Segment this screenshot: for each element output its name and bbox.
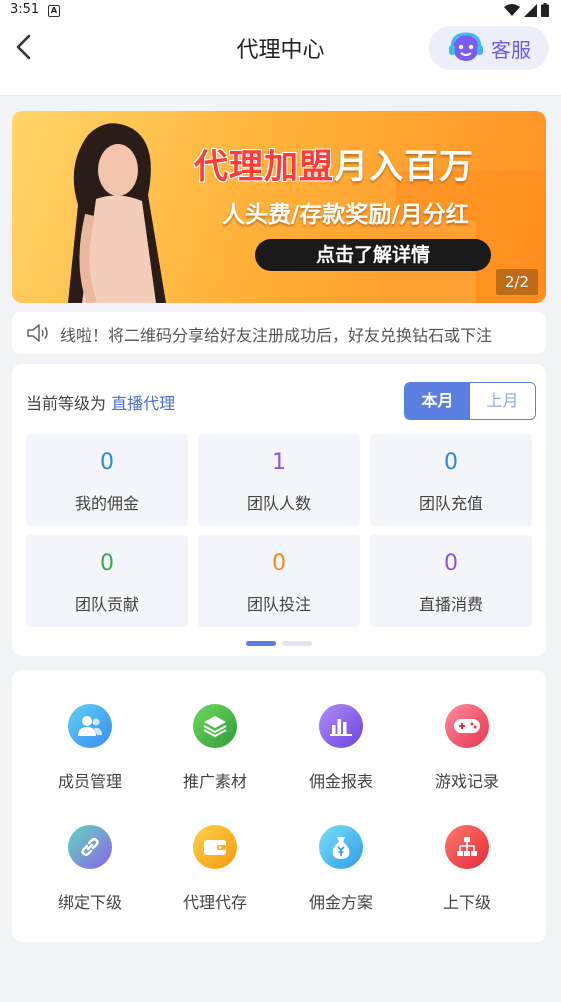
customer-service-button[interactable]: 客服 (429, 26, 549, 70)
menu-item-commission-plan[interactable]: 佣金方案 (276, 825, 406, 935)
page-dot (282, 641, 312, 646)
menu-label: 推广素材 (182, 772, 247, 791)
system-icons (504, 3, 549, 17)
gamepad-icon (445, 704, 489, 748)
tab-this-month[interactable]: 本月 (405, 383, 470, 419)
hierarchy-icon (445, 825, 489, 869)
menu-label: 成员管理 (57, 772, 122, 791)
stat-cell-commission[interactable]: 0 我的佣金 (26, 434, 188, 526)
menu-item-hierarchy[interactable]: 上下级 (402, 825, 532, 935)
headset-icon (449, 32, 483, 61)
link-icon (68, 825, 112, 869)
menu-label: 佣金报表 (308, 772, 373, 791)
wallet-icon (193, 825, 237, 869)
stats-card: 当前等级为 直播代理 本月 上月 0 我的佣金 1 团队人数 0 团队充值 0 … (12, 364, 546, 656)
menu-label: 绑定下级 (57, 893, 122, 912)
stat-cell-team-contribution[interactable]: 0 团队贡献 (26, 535, 188, 627)
stat-cell-team-bets[interactable]: 0 团队投注 (198, 535, 360, 627)
stat-label: 我的佣金 (74, 494, 139, 513)
stat-label: 团队贡献 (74, 595, 139, 614)
header: 代理中心 客服 (0, 22, 561, 96)
level-prefix: 当前等级为 (26, 394, 107, 413)
stat-label: 团队投注 (246, 595, 311, 614)
stat-value: 1 (272, 450, 286, 475)
menu-item-game-records[interactable]: 游戏记录 (402, 704, 532, 814)
banner-headline: 代理加盟月入百万 (194, 139, 474, 188)
notice-bar: 线啦！将二维码分享给好友注册成功后，好友兑换钻石或下注 (12, 312, 546, 354)
agent-level: 当前等级为 直播代理 (26, 390, 175, 414)
stat-value: 0 (272, 551, 286, 576)
banner-headline-part2: 月入百万 (334, 147, 474, 187)
stat-cell-live-spending[interactable]: 0 直播消费 (370, 535, 532, 627)
menu-item-bind-subordinate[interactable]: 绑定下级 (25, 825, 155, 935)
banner-pager: 2/2 (496, 269, 538, 295)
notification-a-icon: A (48, 5, 60, 17)
members-icon (68, 704, 112, 748)
customer-service-label: 客服 (491, 37, 531, 62)
stat-label: 团队充值 (418, 494, 483, 513)
function-menu: 成员管理 推广素材 佣金报表 游戏记录 绑定下级 代理代存 佣金方案 上下级 (12, 670, 546, 942)
speaker-icon (27, 324, 48, 342)
bar-chart-icon (319, 704, 363, 748)
stat-cell-team-deposit[interactable]: 0 团队充值 (370, 434, 532, 526)
menu-label: 游戏记录 (434, 772, 499, 791)
month-toggle: 本月 上月 (404, 382, 536, 420)
battery-icon (541, 3, 549, 17)
stat-label: 直播消费 (418, 595, 483, 614)
stat-value: 0 (100, 551, 114, 576)
signal-icon (524, 3, 537, 17)
stat-value: 0 (444, 450, 458, 475)
stat-value: 0 (444, 551, 458, 576)
stat-value: 0 (100, 450, 114, 475)
page-dot-active (246, 641, 276, 646)
page-indicator (246, 641, 312, 646)
banner-cta-button[interactable]: 点击了解详情 (255, 239, 491, 271)
menu-item-members[interactable]: 成员管理 (25, 704, 155, 814)
menu-label: 佣金方案 (308, 893, 373, 912)
banner-headline-part1: 代理加盟 (194, 147, 334, 187)
wifi-icon (504, 3, 520, 16)
menu-item-commission-report[interactable]: 佣金报表 (276, 704, 406, 814)
money-bag-icon (319, 825, 363, 869)
menu-label: 代理代存 (182, 893, 247, 912)
notice-text: 线啦！将二维码分享给好友注册成功后，好友兑换钻石或下注 (60, 326, 493, 345)
tab-last-month[interactable]: 上月 (470, 383, 535, 419)
banner-subline: 人头费/存款奖励/月分红 (222, 202, 469, 228)
layers-icon (193, 704, 237, 748)
stat-cell-team-size[interactable]: 1 团队人数 (198, 434, 360, 526)
menu-item-promo-materials[interactable]: 推广素材 (150, 704, 280, 814)
menu-item-agent-deposit[interactable]: 代理代存 (150, 825, 280, 935)
status-time: 3:51 (10, 2, 40, 17)
level-value: 直播代理 (111, 394, 176, 413)
promo-banner[interactable]: 代理加盟月入百万 人头费/存款奖励/月分红 点击了解详情 2/2 (12, 111, 546, 303)
stat-label: 团队人数 (246, 494, 311, 513)
menu-label: 上下级 (442, 893, 491, 912)
banner-model-image (68, 123, 166, 303)
status-bar: 3:51 A (0, 0, 561, 22)
